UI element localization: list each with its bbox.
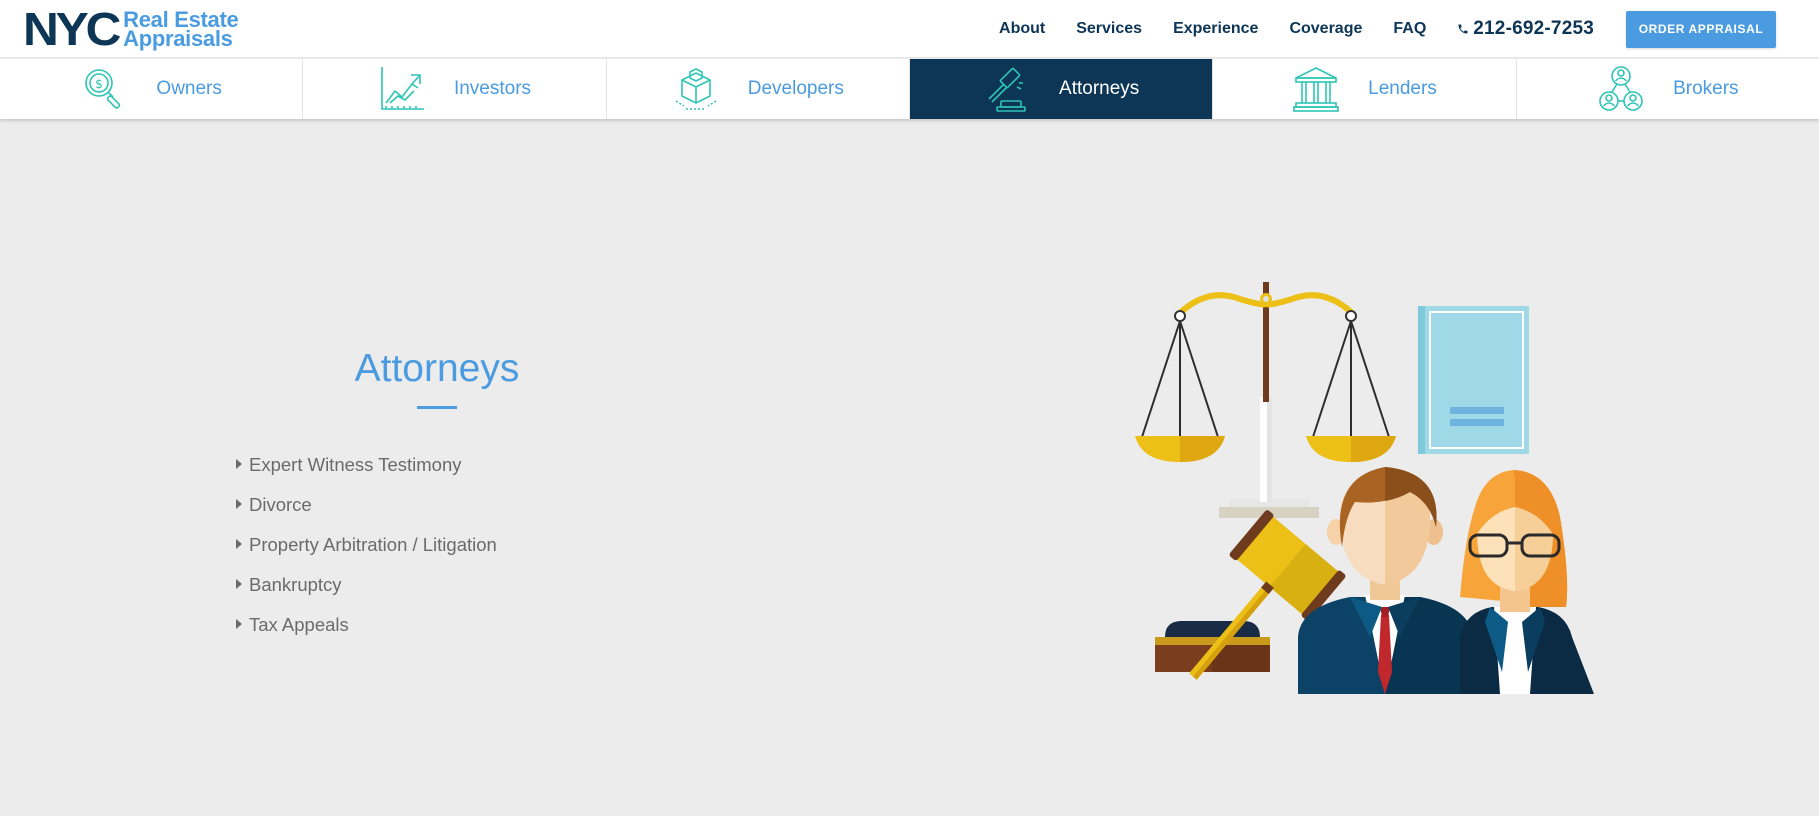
logo-nyc-text: NYC — [23, 3, 121, 55]
gavel-icon — [988, 67, 1026, 112]
magnifier-dollar-icon: $ — [85, 69, 121, 109]
service-label: Bankruptcy — [249, 574, 342, 595]
logo-line-2: Appraisals — [123, 26, 233, 51]
section-title: Attorneys — [354, 347, 520, 390]
tab-label-lenders: Lenders — [1368, 78, 1437, 99]
nav-link-about[interactable]: About — [999, 20, 1045, 38]
site-header: NYC Real Estate Appraisals About Service… — [0, 0, 1819, 58]
service-label: Expert Witness Testimony — [249, 454, 462, 475]
nav-link-faq[interactable]: FAQ — [1393, 20, 1426, 38]
title-underline — [417, 406, 457, 409]
phone-number: 212-692-7253 — [1473, 18, 1594, 39]
tab-investors[interactable]: Investors — [303, 59, 607, 119]
caret-right-icon — [236, 459, 242, 469]
service-label: Divorce — [249, 494, 312, 515]
order-appraisal-button[interactable]: ORDER APPRAISAL — [1626, 10, 1776, 48]
nav-link-services[interactable]: Services — [1076, 20, 1142, 38]
tab-lenders[interactable]: Lenders — [1213, 59, 1517, 119]
tab-owners[interactable]: $ Owners — [0, 59, 304, 119]
site-logo[interactable]: NYC Real Estate Appraisals — [23, 3, 239, 55]
logo-tagline: Real Estate Appraisals — [123, 9, 239, 51]
tab-label-developers: Developers — [747, 78, 844, 99]
list-item: Divorce — [236, 485, 497, 525]
nav-link-coverage[interactable]: Coverage — [1289, 20, 1362, 38]
tab-developers[interactable]: Developers — [607, 59, 910, 119]
list-item: Property Arbitration / Litigation — [236, 525, 497, 565]
service-label: Property Arbitration / Litigation — [249, 534, 497, 555]
top-nav: About Services Experience Coverage FAQ 2… — [999, 0, 1819, 58]
tab-label-investors: Investors — [453, 78, 532, 99]
attorneys-illustration — [1135, 282, 1594, 694]
services-list: Expert Witness Testimony Divorce Propert… — [236, 445, 497, 645]
cube-icon — [675, 68, 717, 110]
network-people-icon — [1599, 66, 1643, 111]
service-label: Tax Appeals — [249, 614, 349, 635]
caret-right-icon — [236, 539, 242, 549]
nav-link-experience[interactable]: Experience — [1173, 20, 1258, 38]
growth-chart-icon — [381, 67, 424, 110]
law-book-illustration — [1418, 306, 1529, 454]
caret-right-icon — [236, 619, 242, 629]
tab-label-attorneys: Attorneys — [1059, 78, 1140, 99]
phone-link[interactable]: 212-692-7253 — [1457, 18, 1594, 40]
female-attorney-illustration — [1460, 470, 1594, 694]
svg-text:$: $ — [96, 77, 104, 91]
audience-tabs: $ Owners Investors Developers Attorneys … — [0, 59, 1819, 119]
caret-right-icon — [236, 579, 242, 589]
tab-attorneys[interactable]: Attorneys — [909, 59, 1214, 119]
tab-label-owners: Owners — [156, 78, 222, 99]
list-item: Expert Witness Testimony — [236, 445, 497, 485]
caret-right-icon — [236, 499, 242, 509]
tab-label-brokers: Brokers — [1673, 78, 1739, 99]
bank-icon — [1293, 67, 1339, 112]
list-item: Tax Appeals — [236, 605, 497, 645]
phone-icon — [1458, 24, 1468, 34]
tab-brokers[interactable]: Brokers — [1517, 59, 1819, 119]
list-item: Bankruptcy — [236, 565, 497, 605]
